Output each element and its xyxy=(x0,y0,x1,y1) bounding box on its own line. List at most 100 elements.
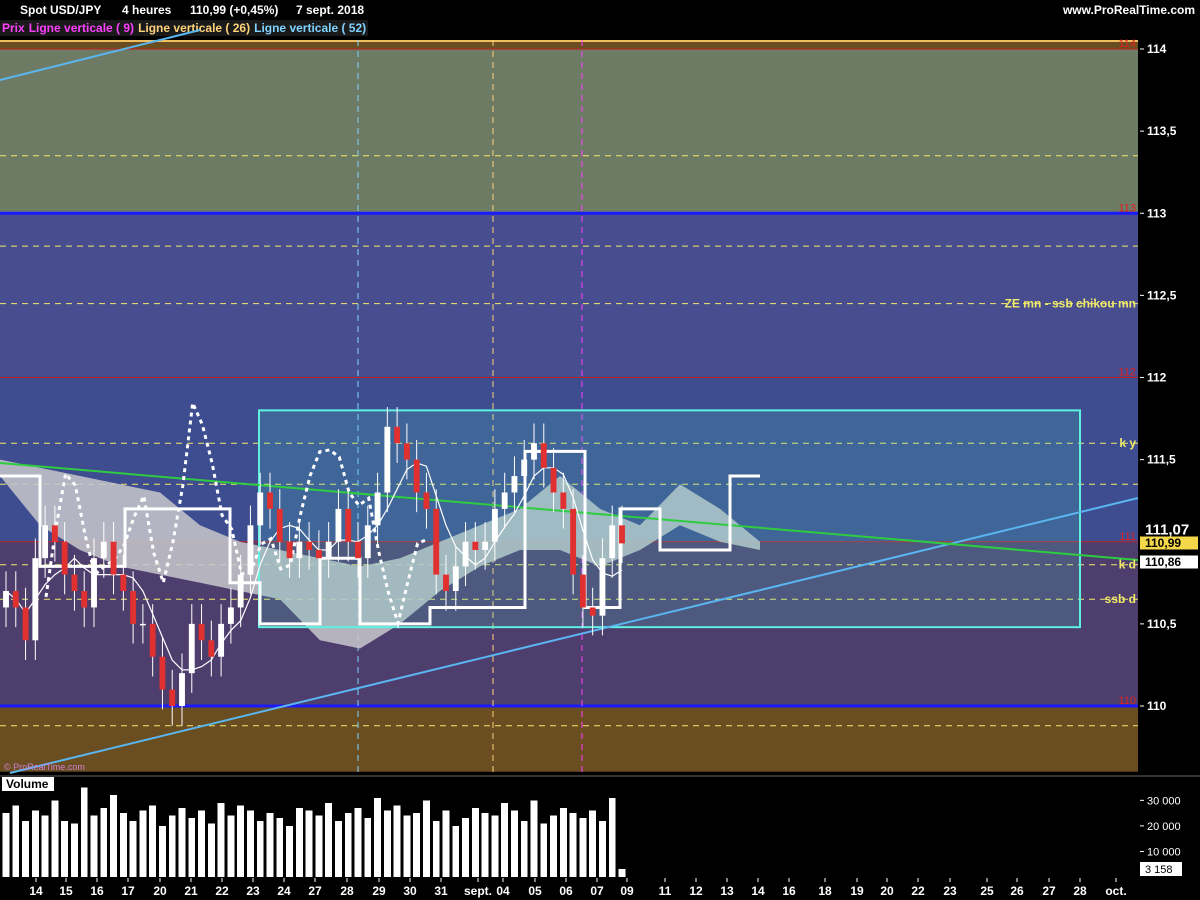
vertical-lines xyxy=(357,40,583,775)
consolidation-rectangle[interactable] xyxy=(258,409,1081,629)
volume-bar-24 xyxy=(237,805,245,877)
candle-63 xyxy=(619,525,625,544)
volume-bar-18 xyxy=(178,808,186,877)
y-tick-4: 112 xyxy=(1147,371,1167,385)
candle-37 xyxy=(364,525,371,559)
zone-label-1: k y xyxy=(1119,436,1136,450)
x-tick-26: 19 xyxy=(850,884,864,898)
volume-title-box xyxy=(2,777,54,791)
level-labels: 114 113 112 111 110 xyxy=(1118,38,1136,707)
legend-item-prix[interactable]: Prix xyxy=(0,20,27,36)
volume-bar-21 xyxy=(207,823,215,877)
volume-tick-0: 30 000 xyxy=(1147,795,1181,807)
price-marker-box-1 xyxy=(1140,536,1198,550)
volume-axis-ticks: 30 000 20 000 10 000 xyxy=(1140,795,1181,858)
legend-item-vline-52[interactable]: Ligne verticale ( 52) xyxy=(252,20,369,36)
candle-38 xyxy=(374,492,381,526)
x-tick-14: sept. xyxy=(464,884,492,898)
candle-54 xyxy=(531,443,537,460)
trendline-green[interactable] xyxy=(0,462,1139,561)
volume-bar-28 xyxy=(276,818,284,877)
volume-bar-59 xyxy=(579,818,587,877)
candle-5 xyxy=(51,525,58,542)
volume-bar-11 xyxy=(110,795,117,877)
candle-58 xyxy=(570,508,577,575)
volume-bar-49 xyxy=(481,813,489,877)
candle-19 xyxy=(188,623,195,674)
volume-bar-16 xyxy=(159,825,166,877)
candle-57 xyxy=(560,492,567,509)
candle-17 xyxy=(169,689,176,706)
candle-42 xyxy=(413,459,420,493)
band-3 xyxy=(0,541,1138,706)
price-marker-1: 110,99 xyxy=(1145,536,1181,550)
candle-3 xyxy=(32,558,39,641)
candle-61 xyxy=(599,558,606,616)
volume-bar-41 xyxy=(403,815,411,877)
x-tick-15: 04 xyxy=(496,884,510,898)
candle-2 xyxy=(22,607,29,641)
candle-55 xyxy=(540,443,547,468)
volume-bar-10 xyxy=(100,808,108,877)
price-axis-ticks: 114 113,5 113 112,5 112 111,5 111,10 110,5 110 xyxy=(1140,42,1177,713)
legend-item-vline-26[interactable]: Ligne verticale ( 26) xyxy=(136,20,253,36)
volume-bar-51 xyxy=(501,802,509,877)
chikou-line xyxy=(44,397,428,629)
volume-bar-45 xyxy=(442,810,450,877)
timeframe: 4 heures xyxy=(122,3,172,17)
price-marker-box-2 xyxy=(1140,555,1198,569)
x-tick-0: 14 xyxy=(29,884,43,898)
candle-1 xyxy=(12,591,19,608)
volume-bar-32 xyxy=(315,815,323,877)
volume-bar-20 xyxy=(198,810,205,877)
x-tick-18: 07 xyxy=(590,884,604,898)
candle-56 xyxy=(550,467,557,493)
volume-bar-29 xyxy=(286,825,293,877)
candle-16 xyxy=(159,656,166,690)
zone-label-2: k d xyxy=(1119,558,1136,572)
candle-59 xyxy=(579,574,586,608)
candle-60 xyxy=(589,607,596,616)
candle-20 xyxy=(198,623,205,641)
zone-label-0: ZE mn - ssb chikou mn xyxy=(1005,297,1136,311)
volume-bar-42 xyxy=(413,813,421,877)
volume-bar-43 xyxy=(423,800,430,877)
x-tick-16: 05 xyxy=(528,884,542,898)
volume-bar-35 xyxy=(344,813,352,877)
last-change: 110,99 (+0,45%) xyxy=(190,3,279,17)
volume-bar-40 xyxy=(393,805,401,877)
volume-tick-1: 20 000 xyxy=(1147,821,1181,833)
volume-bar-53 xyxy=(520,820,528,877)
candles xyxy=(3,407,625,726)
volume-panel[interactable] xyxy=(0,777,1140,877)
trendline-blue-upper[interactable] xyxy=(0,29,201,81)
y-tick-1: 113,5 xyxy=(1147,124,1177,138)
candle-44 xyxy=(433,508,440,575)
indicator-legend: Prix Ligne verticale ( 9) Ligne verticale … xyxy=(0,20,369,37)
candle-22 xyxy=(218,623,225,657)
candle-41 xyxy=(403,443,410,460)
candle-62 xyxy=(609,525,616,559)
volume-bar-17 xyxy=(168,815,176,877)
candle-11 xyxy=(110,541,117,575)
volume-bar-63 xyxy=(618,868,626,877)
volume-bar-26 xyxy=(256,820,264,877)
price-chart[interactable]: ZE mn - ssb chikou mn k y k d ssb d 1141131… xyxy=(0,0,1200,900)
price-axis[interactable] xyxy=(1140,40,1200,775)
volume-bars xyxy=(2,787,626,877)
candle-27 xyxy=(267,492,273,509)
volume-bar-60 xyxy=(589,810,597,877)
chart-date: 7 sept. 2018 xyxy=(296,3,365,17)
time-axis[interactable] xyxy=(0,878,1200,900)
panel-divider[interactable] xyxy=(0,775,1200,777)
candle-43 xyxy=(423,492,430,509)
x-tick-24: 16 xyxy=(782,884,796,898)
trendline-blue-lower[interactable] xyxy=(9,497,1139,774)
zone-label-3: ssb d xyxy=(1105,592,1136,606)
legend-item-vline-9[interactable]: Ligne verticale ( 9) xyxy=(26,20,137,36)
x-tick-8: 24 xyxy=(277,884,291,898)
x-tick-28: 22 xyxy=(911,884,925,898)
volume-last-value: 3 158 xyxy=(1145,864,1173,876)
candle-14 xyxy=(139,623,146,626)
y-tick-3: 112,5 xyxy=(1147,288,1177,302)
